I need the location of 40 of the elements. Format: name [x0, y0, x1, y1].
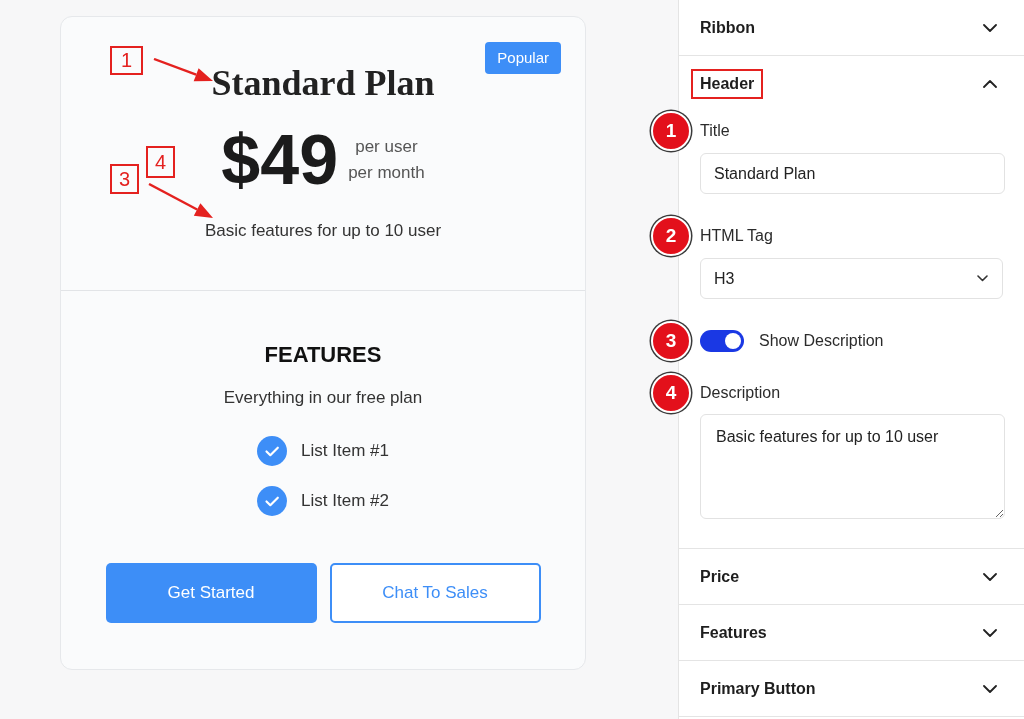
step-number-badge: 1 — [651, 111, 691, 151]
chevron-up-icon[interactable] — [983, 79, 997, 88]
check-circle-icon — [257, 436, 288, 466]
title-input[interactable]: Standard Plan — [700, 153, 1005, 194]
chevron-down-icon[interactable] — [983, 628, 997, 637]
callout-number: 3 — [110, 164, 139, 194]
chevron-down-icon[interactable] — [983, 684, 997, 693]
callout-number: 4 — [146, 146, 175, 178]
section-title[interactable]: Features — [700, 622, 767, 643]
features-subheading: Everything in our free plan — [223, 387, 423, 409]
price-period: per month — [348, 162, 425, 184]
chevron-down-icon[interactable] — [983, 572, 997, 581]
price-period: per user — [355, 136, 418, 158]
check-circle-icon — [257, 486, 288, 516]
chevron-down-icon[interactable] — [983, 23, 997, 32]
chevron-down-icon — [977, 275, 988, 282]
section-title[interactable]: Primary Button — [700, 678, 816, 699]
field-label: Description — [700, 383, 782, 403]
plan-title: Standard Plan — [211, 63, 435, 103]
field-label: Title — [700, 121, 731, 141]
section-title[interactable]: Header — [691, 68, 764, 99]
callout-number: 1 — [110, 46, 143, 75]
toggle-switch[interactable] — [700, 330, 744, 352]
callout-arrow — [153, 58, 214, 83]
section-title[interactable]: Price — [700, 566, 740, 587]
section-title[interactable]: Ribbon — [700, 17, 756, 38]
step-number-badge: 4 — [651, 373, 691, 413]
step-number-badge: 3 — [651, 321, 691, 361]
toggle-label: Show Description — [759, 331, 884, 351]
callout-arrow — [148, 183, 214, 219]
tag-select[interactable]: H3 — [700, 258, 1003, 299]
feature-item: List Item #2 — [301, 490, 389, 512]
description-textarea[interactable]: Basic features for up to 10 user — [700, 414, 1005, 519]
feature-item: List Item #1 — [301, 440, 389, 462]
features-heading: FEATURES — [264, 341, 382, 369]
plan-description: Basic features for up to 10 user — [204, 220, 442, 242]
ribbon-label: Popular — [485, 42, 561, 74]
field-label: HTML Tag — [700, 226, 774, 246]
step-number-badge: 2 — [651, 216, 691, 256]
price-amount: $49 — [221, 127, 339, 193]
